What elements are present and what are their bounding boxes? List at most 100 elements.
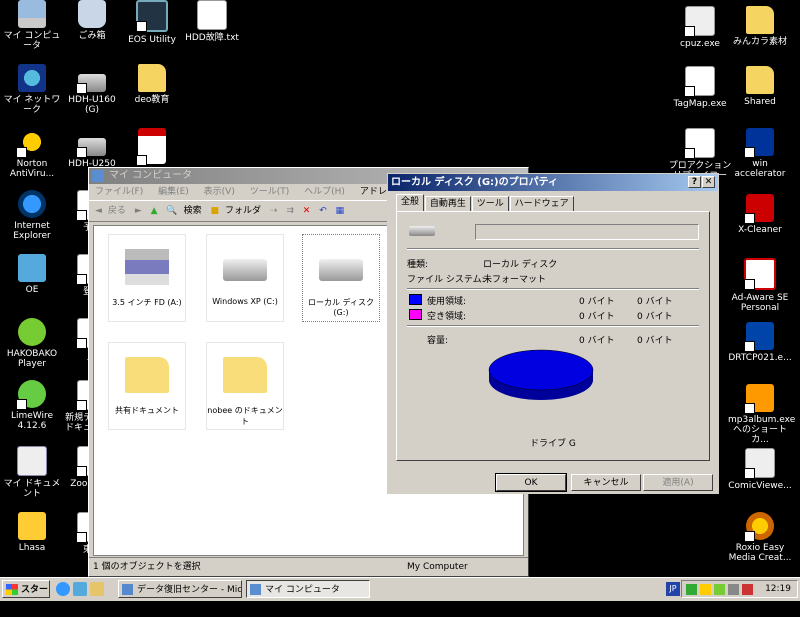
tab-hardware[interactable]: ハードウェア xyxy=(509,196,574,211)
task-my-computer[interactable]: マイ コンピュータ xyxy=(246,580,370,598)
folders-icon[interactable]: ■ xyxy=(211,206,220,216)
desktop-icon-label: マイ ドキュメント xyxy=(3,479,61,499)
back-button[interactable]: 戻る xyxy=(108,206,126,216)
left-desktop-icon-8[interactable]: HDH-U250 xyxy=(60,128,124,169)
left-desktop-icon-0[interactable]: マイ コンピュータ xyxy=(0,0,64,51)
limewire-icon xyxy=(16,380,46,410)
help-icon[interactable]: ? xyxy=(688,176,701,188)
undo-icon[interactable]: ↶ xyxy=(319,206,327,216)
desktop-icon-label: cpuz.exe xyxy=(680,39,720,49)
dialog-title: ローカル ディスク (G:)のプロパティ xyxy=(391,177,559,188)
filesystem-value: 未フォーマット xyxy=(483,275,547,285)
pdf-icon xyxy=(136,128,166,166)
outlook-quicklaunch-icon[interactable] xyxy=(73,582,87,596)
capacity-size: 0 バイト xyxy=(637,336,673,346)
browser-icon xyxy=(122,584,133,595)
menu-help[interactable]: ヘルプ(H) xyxy=(304,187,345,197)
left-desktop-icon-7[interactable]: Norton AntiViru... xyxy=(0,128,64,179)
ie-quicklaunch-icon[interactable] xyxy=(56,582,70,596)
desktop-icon-label: OE xyxy=(25,285,39,295)
desktop-icon-label: LimeWire 4.12.6 xyxy=(10,411,54,431)
explorer-statusbar: 1 個のオブジェクトを選択 My Computer xyxy=(89,557,528,576)
left-desktop-icon-18[interactable]: マイ ドキュメント xyxy=(0,446,64,499)
right-desktop-icon-0[interactable]: cpuz.exe xyxy=(668,6,732,49)
win-accelerator-icon xyxy=(744,128,774,158)
left-desktop-icon-3[interactable]: HDD故障.txt xyxy=(180,0,244,43)
left-desktop-icon-20[interactable]: Lhasa xyxy=(0,512,64,553)
forward-arrow-icon[interactable]: ► xyxy=(135,206,142,216)
up-folder-icon[interactable]: ▲ xyxy=(151,206,158,216)
right-desktop-icon-9[interactable]: mp3album.exe へのショートカ... xyxy=(728,384,796,445)
safely-remove-tray-icon[interactable] xyxy=(742,584,753,595)
file-item-shared-documents[interactable]: 共有ドキュメント xyxy=(108,342,186,430)
back-arrow-icon[interactable]: ◄ xyxy=(95,206,102,216)
search-button[interactable]: 検索 xyxy=(184,206,202,216)
task-data-recovery[interactable]: データ復旧センター - Micr... xyxy=(118,580,242,598)
right-desktop-icon-8[interactable]: DRTCP021.e... xyxy=(728,322,792,363)
right-desktop-icon-3[interactable]: Shared xyxy=(728,66,792,107)
apply-button[interactable]: 適用(A) xyxy=(643,474,713,491)
clock[interactable]: 12:19 xyxy=(765,581,791,598)
left-desktop-icon-1[interactable]: ごみ箱 xyxy=(60,0,124,41)
tab-general[interactable]: 全般 xyxy=(396,194,425,211)
taskbar: スタート データ復旧センター - Micr... マイ コンピュータ JP 12… xyxy=(0,577,800,613)
left-desktop-icon-14[interactable]: HAKOBAKO Player xyxy=(0,318,64,369)
desktop-icon-label: DRTCP021.e... xyxy=(728,353,792,363)
right-desktop-icon-11[interactable]: Roxio Easy Media Creat... xyxy=(728,512,792,563)
search-icon[interactable]: 🔍 xyxy=(166,206,177,216)
tab-tools[interactable]: ツール xyxy=(471,196,509,211)
antivirus-tray-icon[interactable] xyxy=(714,584,725,595)
right-desktop-icon-2[interactable]: TagMap.exe xyxy=(668,66,732,109)
file-item-user-documents[interactable]: nobee のドキュメント xyxy=(206,342,284,430)
tab-autoplay[interactable]: 自動再生 xyxy=(424,196,471,211)
left-desktop-icon-4[interactable]: マイ ネットワーク xyxy=(0,64,64,115)
lhasa-icon xyxy=(18,512,46,540)
left-desktop-icon-6[interactable]: deo教育 xyxy=(120,64,184,105)
dialog-titlebar[interactable]: ローカル ディスク (G:)のプロパティ ? ✕ xyxy=(388,174,718,191)
start-button[interactable]: スタート xyxy=(2,580,50,613)
address-label: アドレ xyxy=(359,187,387,197)
file-item-floppy[interactable]: 3.5 インチ FD (A:) xyxy=(108,234,186,322)
ok-button[interactable]: OK xyxy=(495,473,567,492)
cpuz-icon xyxy=(684,6,715,37)
show-desktop-icon[interactable] xyxy=(90,582,104,596)
left-desktop-icon-5[interactable]: HDH-U160 (G) xyxy=(60,64,124,115)
network-tray-icon[interactable] xyxy=(686,584,697,595)
recycle-bin-icon xyxy=(78,0,106,28)
pie-top xyxy=(488,349,594,391)
menu-tools[interactable]: ツール(T) xyxy=(250,187,290,197)
file-item-c-drive[interactable]: Windows XP (C:) xyxy=(206,234,284,322)
volume-label-input[interactable] xyxy=(475,224,699,240)
menu-file[interactable]: ファイル(F) xyxy=(95,187,143,197)
copy-to-icon[interactable]: ⇉ xyxy=(286,206,294,216)
views-icon[interactable]: ▦ xyxy=(336,206,345,216)
left-desktop-icon-10[interactable]: Internet Explorer xyxy=(0,190,64,241)
file-item-g-drive[interactable]: ローカル ディスク (G:) xyxy=(302,234,380,322)
folders-button[interactable]: フォルダ xyxy=(225,206,261,216)
right-desktop-icon-6[interactable]: X-Cleaner xyxy=(728,194,792,235)
norton-icon xyxy=(16,128,46,158)
menu-edit[interactable]: 編集(E) xyxy=(158,187,189,197)
divider xyxy=(407,288,699,290)
left-desktop-icon-2[interactable]: EOS Utility xyxy=(120,0,184,45)
cancel-button[interactable]: キャンセル xyxy=(571,474,641,491)
right-desktop-icon-7[interactable]: Ad-Aware SE Personal xyxy=(728,258,792,313)
norton-tray-icon[interactable] xyxy=(700,584,711,595)
desktop-icon-label: HAKOBAKO Player xyxy=(6,349,58,369)
move-to-icon[interactable]: ⇢ xyxy=(270,206,278,216)
ime-indicator[interactable]: JP xyxy=(666,582,680,596)
right-desktop-icon-10[interactable]: ComicViewe... xyxy=(728,448,792,491)
right-desktop-icon-1[interactable]: みんカラ素材 xyxy=(728,6,792,47)
general-panel: 種類: ローカル ディスク ファイル システム: 未フォーマット 使用領域: 0… xyxy=(396,211,710,461)
menu-view[interactable]: 表示(V) xyxy=(204,187,235,197)
left-desktop-icon-12[interactable]: OE xyxy=(0,254,64,295)
close-icon[interactable]: ✕ xyxy=(702,176,715,188)
volume-tray-icon[interactable] xyxy=(728,584,739,595)
folder-icon xyxy=(138,64,166,92)
task-label: データ復旧センター - Micr... xyxy=(137,585,242,595)
my-computer-icon xyxy=(250,584,261,595)
desktop-icon-label: mp3album.exe へのショートカ... xyxy=(728,415,796,445)
left-desktop-icon-16[interactable]: LimeWire 4.12.6 xyxy=(0,380,64,431)
delete-icon[interactable]: ✕ xyxy=(303,206,311,216)
right-desktop-icon-5[interactable]: win accelerator xyxy=(728,128,792,179)
